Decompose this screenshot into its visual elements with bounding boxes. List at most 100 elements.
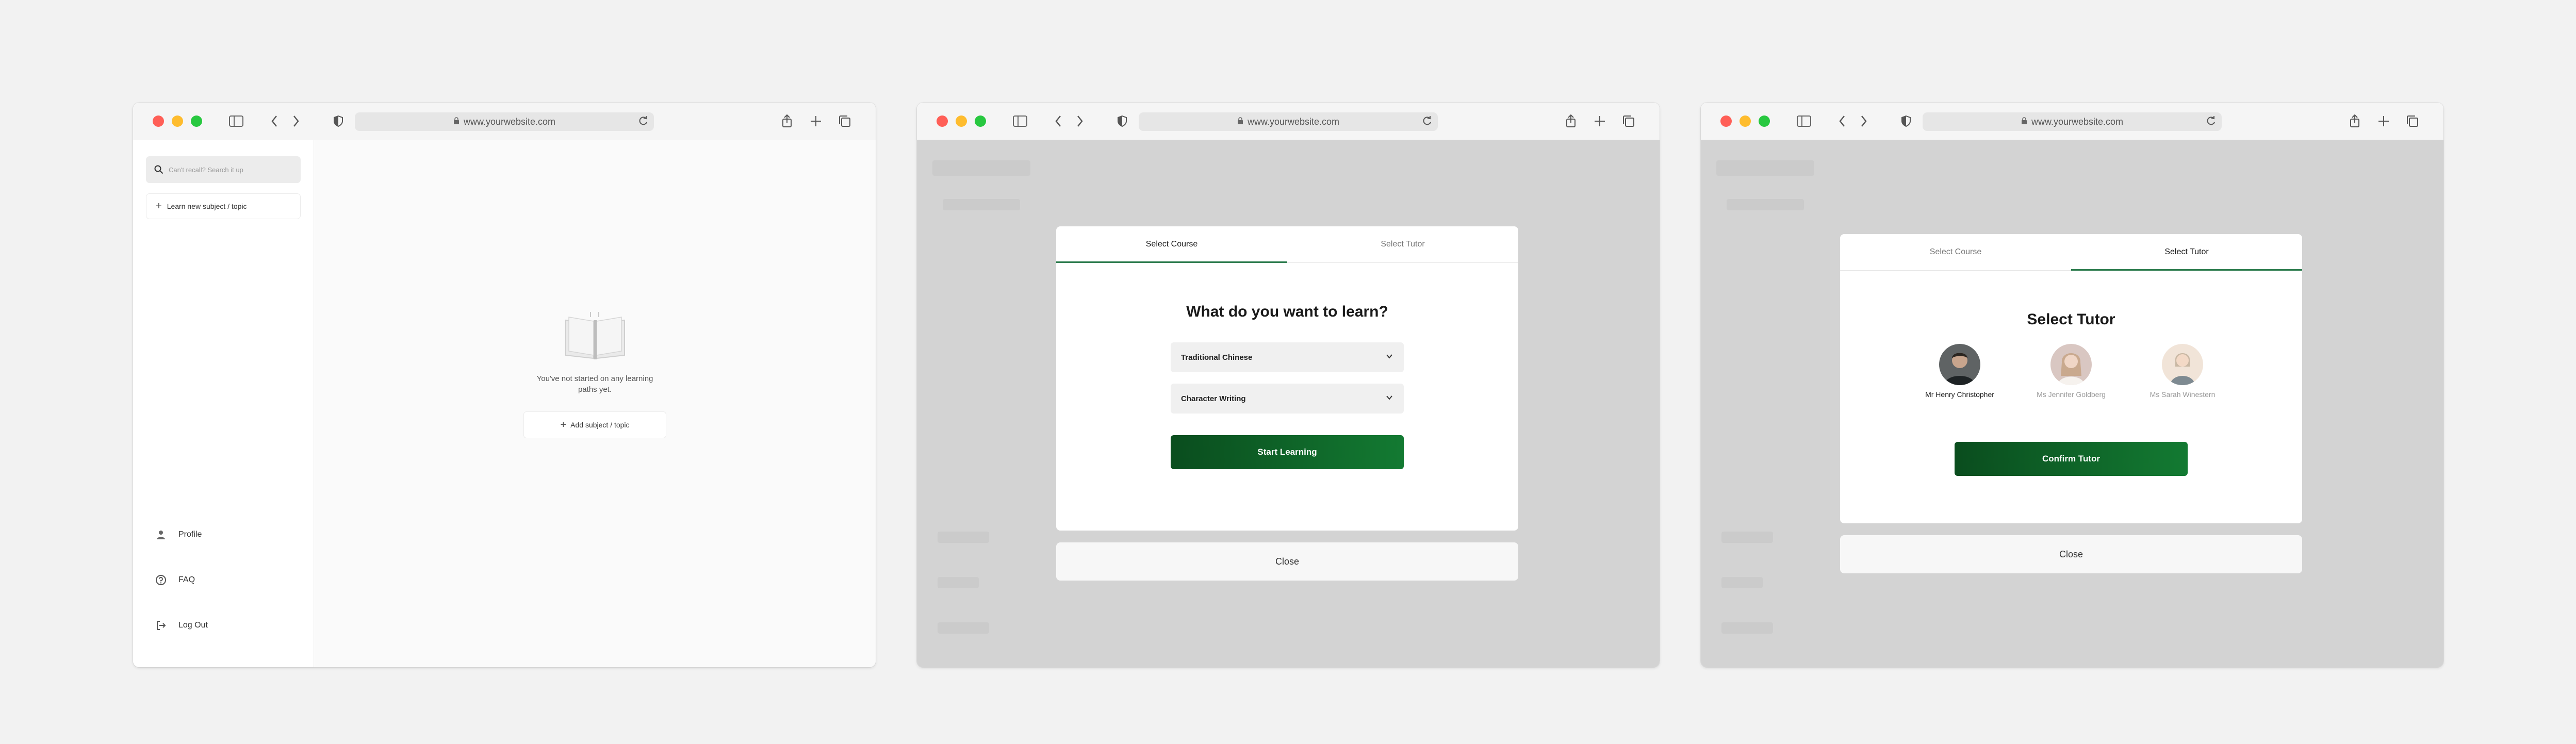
topic-select[interactable]: Character Writing [1171,384,1404,414]
language-select-value: Traditional Chinese [1181,353,1253,362]
share-icon[interactable] [778,112,796,130]
avatar [2050,344,2092,385]
modal-title: Select Tutor [2027,311,2115,328]
privacy-shield-icon[interactable] [1897,112,1915,130]
question-icon [154,573,168,587]
dimmed-placeholder [943,199,1020,210]
main-area: You've not started on any learning paths… [314,140,876,667]
chevron-down-icon [1385,352,1393,362]
modal-tabs: Select Course Select Tutor [1056,226,1518,263]
language-select[interactable]: Traditional Chinese [1171,342,1404,372]
learn-new-subject-button[interactable]: + Learn new subject / topic [146,193,301,219]
tab-select-course[interactable]: Select Course [1056,226,1287,263]
reload-icon[interactable] [637,115,649,129]
address-bar[interactable]: www.yourwebsite.com [1923,112,2222,131]
topic-select-value: Character Writing [1181,394,1246,403]
tutor-card[interactable]: Ms Sarah Winestern [2139,344,2226,399]
share-icon[interactable] [1562,112,1580,130]
minimize-window-button[interactable] [172,115,183,127]
tab-overview-icon[interactable] [2403,112,2422,130]
tab-overview-icon[interactable] [1619,112,1638,130]
close-button[interactable]: Close [1056,542,1518,581]
tutor-name: Ms Jennifer Goldberg [2037,390,2106,399]
forward-icon[interactable] [287,112,305,130]
confirm-tutor-button[interactable]: Confirm Tutor [1955,442,2188,476]
address-bar[interactable]: www.yourwebsite.com [355,112,654,131]
close-window-button[interactable] [153,115,164,127]
close-window-button[interactable] [1720,115,1732,127]
select-course-modal: Select Course Select Tutor What do you w… [1056,226,1518,531]
forward-icon[interactable] [1071,112,1089,130]
dimmed-placeholder [938,532,989,543]
sidebar: Can't recall? Search it up + Learn new s… [133,140,314,667]
close-window-button[interactable] [937,115,948,127]
tutor-name: Mr Henry Christopher [1925,390,1994,399]
add-subject-button[interactable]: + Add subject / topic [523,411,666,438]
privacy-shield-icon[interactable] [329,112,348,130]
url-text: www.yourwebsite.com [463,116,556,127]
dimmed-placeholder [1721,532,1773,543]
reload-icon[interactable] [2205,115,2217,129]
empty-state: You've not started on any learning paths… [314,310,876,438]
close-button[interactable]: Close [1840,535,2302,573]
back-icon[interactable] [1049,112,1068,130]
zoom-window-button[interactable] [975,115,986,127]
page-content: Select Course Select Tutor What do you w… [917,140,1660,667]
dimmed-placeholder [932,160,1030,176]
search-placeholder: Can't recall? Search it up [169,166,243,174]
dimmed-placeholder [938,577,979,588]
minimize-window-button[interactable] [956,115,967,127]
browser-window-select-tutor: www.yourwebsite.com Select Course Select… [1701,103,2443,667]
add-subject-label: Add subject / topic [570,421,630,429]
avatar [2162,344,2203,385]
plus-icon: + [560,419,567,431]
open-book-icon [565,312,625,359]
sidebar-item-profile[interactable]: Profile [154,524,202,545]
dimmed-placeholder [1716,160,1814,176]
share-icon[interactable] [2345,112,2364,130]
reload-icon[interactable] [1421,115,1433,129]
zoom-window-button[interactable] [1759,115,1770,127]
tutor-card[interactable]: Ms Jennifer Goldberg [2027,344,2115,399]
plus-icon: + [156,200,162,212]
avatar [1939,344,1980,385]
sidebar-toggle-icon[interactable] [1795,112,1813,130]
dimmed-placeholder [938,622,989,634]
sidebar-item-label: Profile [178,530,202,539]
person-icon [154,527,168,542]
zoom-window-button[interactable] [191,115,202,127]
sidebar-toggle-icon[interactable] [1011,112,1029,130]
new-tab-icon[interactable] [1590,112,1609,130]
tab-select-tutor[interactable]: Select Tutor [1287,226,1518,262]
dimmed-placeholder [1721,622,1773,634]
sidebar-toggle-icon[interactable] [227,112,245,130]
page-content: Select Course Select Tutor Select Tutor … [1701,140,2443,667]
sidebar-item-faq[interactable]: FAQ [154,570,195,590]
search-input[interactable]: Can't recall? Search it up [146,156,301,183]
tab-select-course[interactable]: Select Course [1840,234,2071,270]
tutor-card[interactable]: Mr Henry Christopher [1916,344,2004,399]
tab-select-tutor[interactable]: Select Tutor [2071,234,2302,271]
dimmed-placeholder [1727,199,1804,210]
sidebar-item-logout[interactable]: Log Out [154,615,208,636]
privacy-shield-icon[interactable] [1113,112,1131,130]
new-tab-icon[interactable] [807,112,825,130]
forward-icon[interactable] [1855,112,1873,130]
start-learning-button[interactable]: Start Learning [1171,435,1404,469]
tab-overview-icon[interactable] [835,112,854,130]
sidebar-item-label: Log Out [178,621,208,630]
minimize-window-button[interactable] [1740,115,1751,127]
address-bar[interactable]: www.yourwebsite.com [1139,112,1438,131]
modal-backdrop[interactable]: Select Course Select Tutor Select Tutor … [1701,140,2443,667]
modal-backdrop[interactable]: Select Course Select Tutor What do you w… [917,140,1660,667]
url-text: www.yourwebsite.com [2031,116,2124,127]
modal-tabs: Select Course Select Tutor [1840,234,2302,271]
back-icon[interactable] [1833,112,1851,130]
chevron-down-icon [1385,393,1393,404]
lock-icon [453,117,460,127]
modal-title: What do you want to learn? [1186,303,1388,320]
browser-window-home: www.yourwebsite.com Can't recall? Search… [133,103,876,667]
back-icon[interactable] [265,112,284,130]
new-tab-icon[interactable] [2374,112,2393,130]
browser-toolbar: www.yourwebsite.com [1701,103,2443,140]
